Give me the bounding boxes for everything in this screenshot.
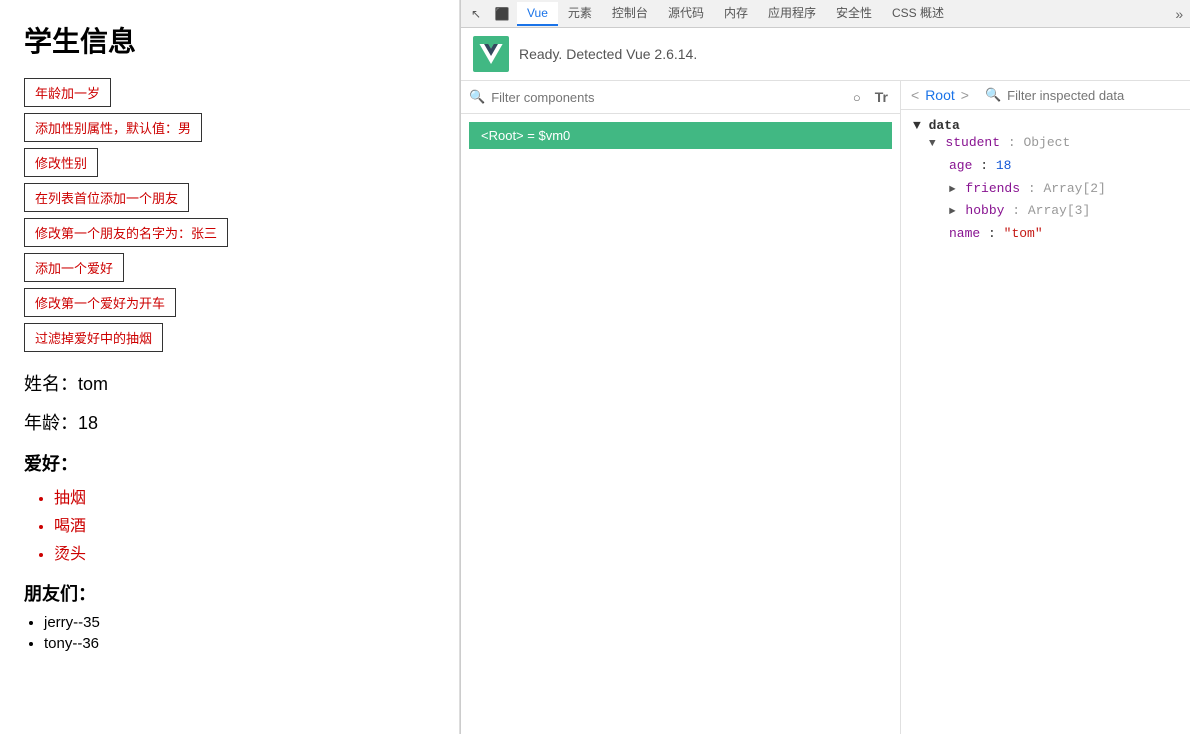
hobby-node: ► hobby : Array[3] bbox=[949, 201, 1181, 222]
hobby-key: hobby bbox=[965, 203, 1004, 218]
btn-add-hobby[interactable]: 添加一个爱好 bbox=[24, 253, 124, 282]
devtools-main: 🔍 ○ Tr <Root> = $vm0 < Root > 🔍 ▼ data ▼ bbox=[461, 81, 1190, 734]
cursor-icon[interactable]: ↖ bbox=[465, 3, 487, 25]
student-name-row: 姓名：tom bbox=[24, 372, 435, 397]
root-label[interactable]: Root bbox=[925, 87, 955, 103]
bracket-open: < bbox=[911, 87, 919, 103]
inspector-panel: < Root > 🔍 ▼ data ▼ student : Object age bbox=[901, 81, 1190, 734]
hobby-type: : Array[3] bbox=[1012, 203, 1090, 218]
left-panel: 学生信息 年龄加一岁 添加性别属性，默认值：男 修改性别 在列表首位添加一个朋友… bbox=[0, 0, 460, 734]
filter-inspected-search-icon: 🔍 bbox=[985, 87, 1001, 103]
student-age-row: 年龄：18 bbox=[24, 411, 435, 436]
tab-css[interactable]: CSS 概述 bbox=[882, 0, 954, 27]
age-label: 年龄： bbox=[24, 413, 78, 433]
tab-console[interactable]: 控制台 bbox=[602, 0, 658, 27]
devtools-tabs: ↖ ⬛ Vue 元素 控制台 源代码 内存 应用程序 安全性 CSS 概述 » bbox=[461, 0, 1190, 28]
friends-list: jerry--35 tony--36 bbox=[44, 614, 435, 652]
friends-expand-arrow[interactable]: ► bbox=[949, 184, 956, 196]
hobbies-label: 爱好： bbox=[24, 450, 435, 476]
name-value: "tom" bbox=[1004, 226, 1043, 241]
tab-more-icon[interactable]: » bbox=[1169, 6, 1189, 22]
student-expand-arrow[interactable]: ▼ bbox=[929, 138, 936, 150]
age-value: 18 bbox=[78, 413, 98, 433]
filter-inspected-input[interactable] bbox=[1007, 88, 1183, 103]
friend-item: jerry--35 bbox=[44, 614, 435, 631]
name-node: name : "tom" bbox=[949, 224, 1181, 245]
tab-icons: ↖ ⬛ bbox=[465, 3, 513, 25]
bracket-close: > bbox=[961, 87, 969, 103]
sort-icon[interactable]: Tr bbox=[871, 87, 892, 107]
student-node: ▼ student : Object bbox=[929, 133, 1181, 154]
student-key: student bbox=[945, 135, 1000, 150]
hobby-expand-arrow[interactable]: ► bbox=[949, 206, 956, 218]
age-colon: : bbox=[980, 158, 996, 173]
btn-filter-hobby[interactable]: 过滤掉爱好中的抽烟 bbox=[24, 323, 163, 352]
friends-type: : Array[2] bbox=[1028, 181, 1106, 196]
page-title: 学生信息 bbox=[24, 20, 435, 60]
vue-logo bbox=[473, 36, 509, 72]
search-icon: 🔍 bbox=[469, 89, 485, 105]
vue-ready-text: Ready. Detected Vue 2.6.14. bbox=[519, 46, 697, 62]
filter-components-input[interactable] bbox=[491, 90, 843, 105]
components-filter-bar: 🔍 ○ Tr bbox=[461, 81, 900, 114]
tab-vue[interactable]: Vue bbox=[517, 2, 558, 26]
tab-sources[interactable]: 源代码 bbox=[658, 0, 714, 27]
devtools-panel: ↖ ⬛ Vue 元素 控制台 源代码 内存 应用程序 安全性 CSS 概述 » … bbox=[460, 0, 1190, 734]
student-info: 姓名：tom 年龄：18 爱好： 抽烟 喝酒 烫头 朋友们： jerry--35… bbox=[24, 372, 435, 652]
name-value: tom bbox=[78, 374, 108, 394]
btn-rename-friend[interactable]: 修改第一个朋友的名字为：张三 bbox=[24, 218, 228, 247]
name-colon: : bbox=[988, 226, 1004, 241]
tab-app[interactable]: 应用程序 bbox=[758, 0, 826, 27]
data-root-node: ▼ data bbox=[913, 118, 1181, 133]
data-key-label: ▼ data bbox=[913, 118, 960, 133]
friend-item: tony--36 bbox=[44, 635, 435, 652]
student-children: age : 18 ► friends : Array[2] ► hobby : … bbox=[933, 156, 1181, 245]
btn-age[interactable]: 年龄加一岁 bbox=[24, 78, 111, 107]
hobby-item: 抽烟 bbox=[54, 484, 435, 508]
hobbies-list: 抽烟 喝酒 烫头 bbox=[54, 484, 435, 564]
name-label: 姓名： bbox=[24, 374, 78, 394]
btn-gender-attr[interactable]: 添加性别属性，默认值：男 bbox=[24, 113, 202, 142]
hobby-item: 喝酒 bbox=[54, 512, 435, 536]
btn-change-hobby[interactable]: 修改第一个爱好为开车 bbox=[24, 288, 176, 317]
friends-label: 朋友们： bbox=[24, 580, 435, 606]
root-component-item[interactable]: <Root> = $vm0 bbox=[469, 122, 892, 149]
hobby-item: 烫头 bbox=[54, 540, 435, 564]
vue-banner: Ready. Detected Vue 2.6.14. bbox=[461, 28, 1190, 81]
student-type: : Object bbox=[1008, 135, 1070, 150]
friends-node: ► friends : Array[2] bbox=[949, 179, 1181, 200]
friends-key: friends bbox=[965, 181, 1020, 196]
age-key: age bbox=[949, 158, 972, 173]
components-panel: 🔍 ○ Tr <Root> = $vm0 bbox=[461, 81, 901, 734]
inspect-icon[interactable]: ⬛ bbox=[491, 3, 513, 25]
btn-add-friend[interactable]: 在列表首位添加一个朋友 bbox=[24, 183, 189, 212]
tab-security[interactable]: 安全性 bbox=[826, 0, 882, 27]
button-group: 年龄加一岁 添加性别属性，默认值：男 修改性别 在列表首位添加一个朋友 修改第一… bbox=[24, 78, 435, 352]
inspector-header: < Root > 🔍 bbox=[901, 81, 1190, 110]
btn-change-gender[interactable]: 修改性别 bbox=[24, 148, 98, 177]
name-key: name bbox=[949, 226, 980, 241]
age-value: 18 bbox=[996, 158, 1012, 173]
settings-icon[interactable]: ○ bbox=[849, 88, 865, 107]
tab-memory[interactable]: 内存 bbox=[714, 0, 758, 27]
age-node: age : 18 bbox=[949, 156, 1181, 177]
data-tree: ▼ data ▼ student : Object age : 18 ► fri bbox=[901, 110, 1190, 734]
tab-elements[interactable]: 元素 bbox=[558, 0, 602, 27]
